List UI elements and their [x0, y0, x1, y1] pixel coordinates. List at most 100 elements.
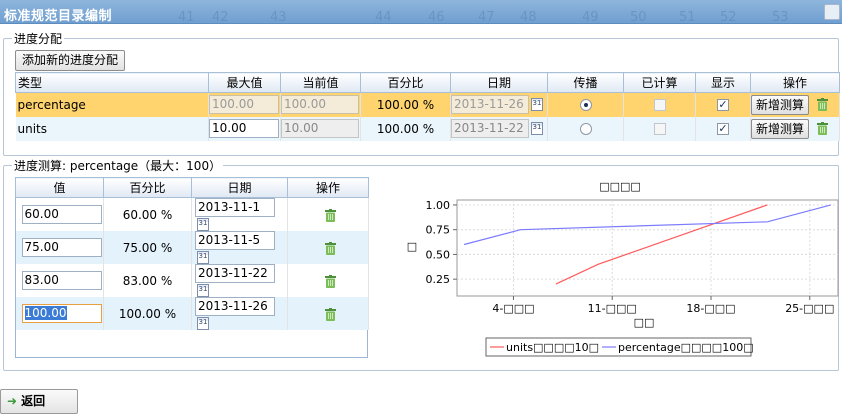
current-value-field: 10.00	[281, 119, 359, 138]
y-tick-label: 0.75	[426, 224, 451, 237]
percent-cell: 60.00 %	[103, 197, 192, 231]
back-arrow-icon: ➜	[7, 394, 18, 408]
x-axis-label: □□	[634, 316, 655, 329]
measurement-legend: 进度测算: percentage（最大：100）	[14, 159, 222, 173]
ghost-number: 47	[478, 10, 495, 24]
y-tick-label: 0.25	[426, 273, 451, 286]
trash-icon[interactable]	[324, 307, 336, 321]
column-header-percent[interactable]: 百分比	[103, 177, 192, 198]
x-tick-label: 11-□□□	[588, 302, 637, 315]
allocation-row-units[interactable]: units 10.00 10.00 100.00 % 2013-11-22 31 …	[15, 116, 840, 141]
date-input[interactable]: 2013-11-26	[195, 297, 275, 316]
calendar-icon[interactable]: 31	[531, 122, 543, 135]
trash-icon[interactable]	[324, 274, 336, 288]
add-allocation-button[interactable]: 添加新的进度分配	[15, 50, 126, 71]
value-input[interactable]: 83.00	[21, 271, 102, 290]
allocation-table: 类型 最大值 当前值 百分比 日期 传播 已计算 显示 操作 percentag…	[15, 72, 840, 141]
column-header-propagate[interactable]: 传播	[547, 72, 624, 93]
ghost-number: 53	[772, 10, 789, 24]
column-header-date[interactable]: 日期	[191, 177, 288, 198]
back-label: 返回	[21, 394, 46, 408]
current-value-field: 100.00	[281, 95, 359, 115]
ghost-number: 43	[270, 10, 287, 24]
selected-value-text: 100.00	[24, 306, 67, 320]
x-tick-label: 25-□□□	[785, 302, 834, 315]
x-tick-label: 18-□□□	[686, 302, 735, 315]
y-tick-label: 0.50	[426, 248, 451, 261]
type-cell: percentage	[15, 92, 209, 117]
window-titlebar: 41 42 43 44 46 47 48 49 50 51 52 53 标准规范…	[0, 0, 842, 24]
back-button[interactable]: ➜ 返回	[0, 389, 78, 414]
window-title: 标准规范目录编制	[4, 9, 113, 24]
date-field: 2013-11-22	[451, 119, 529, 138]
measurement-row[interactable]: 75.00 75.00 % 2013-11-531	[15, 231, 369, 264]
ghost-number: 51	[679, 10, 696, 24]
max-value-input[interactable]: 10.00	[209, 119, 279, 138]
chart-legend: units□□□□10□ percentage□□□□100□	[485, 337, 754, 357]
ghost-number: 44	[375, 10, 392, 24]
measurement-table: 值 百分比 日期 操作 60.00 60.00 % 2013-11-131 75…	[15, 177, 369, 330]
value-input[interactable]: 60.00	[21, 205, 102, 224]
trash-icon[interactable]	[324, 241, 336, 255]
add-measurement-button[interactable]: 新增测算	[751, 94, 810, 115]
allocation-header-row: 类型 最大值 当前值 百分比 日期 传播 已计算 显示 操作	[15, 72, 840, 93]
column-header-max[interactable]: 最大值	[208, 72, 281, 93]
ghost-number: 52	[720, 10, 737, 24]
ghost-number: 41	[178, 10, 195, 24]
column-header-action[interactable]: 操作	[287, 177, 369, 198]
calendar-icon[interactable]: 31	[531, 98, 543, 112]
percent-cell: 100.00 %	[103, 297, 192, 330]
calendar-icon[interactable]: 31	[197, 284, 209, 297]
measurement-row[interactable]: 83.00 83.00 % 2013-11-2231	[15, 264, 369, 297]
allocation-row-percentage[interactable]: percentage 100.00 100.00 100.00 % 2013-1…	[15, 92, 840, 117]
show-checkbox[interactable]: ✓	[717, 123, 729, 135]
date-input[interactable]: 2013-11-22	[195, 264, 275, 283]
y-tick-label: 1.00	[426, 199, 451, 212]
column-header-calculated[interactable]: 已计算	[623, 72, 696, 93]
percent-cell: 75.00 %	[103, 231, 192, 264]
column-header-action[interactable]: 操作	[750, 72, 840, 93]
column-header-type[interactable]: 类型	[15, 72, 209, 93]
calculated-checkbox	[653, 123, 666, 135]
calendar-icon[interactable]: 31	[197, 251, 209, 264]
measurement-row[interactable]: 60.00 60.00 % 2013-11-131	[15, 197, 369, 231]
trash-icon[interactable]	[324, 208, 336, 222]
value-input[interactable]: 100.00	[21, 304, 102, 323]
column-header-percent[interactable]: 百分比	[360, 72, 451, 93]
percent-cell: 100.00 %	[360, 116, 451, 141]
calendar-icon[interactable]: 31	[197, 218, 209, 231]
column-header-current[interactable]: 当前值	[280, 72, 361, 93]
show-checkbox[interactable]: ✓	[717, 99, 729, 112]
ghost-number: 48	[520, 10, 537, 24]
type-cell: units	[15, 116, 209, 141]
x-tick-label: 4-□□□	[492, 302, 534, 315]
date-input[interactable]: 2013-11-1	[195, 198, 275, 217]
column-header-value[interactable]: 值	[15, 177, 104, 198]
measurement-row[interactable]: 100.00 100.00 % 2013-11-2631	[15, 297, 369, 330]
legend-units-label: units□□□□10□	[506, 341, 599, 354]
allocation-legend: 进度分配	[14, 32, 63, 46]
column-header-date[interactable]: 日期	[450, 72, 548, 93]
progress-chart: □□□□ □ □□ 0.25 0.50 0.75 1.00 4-□□□ 11-□□□ 18-…	[407, 180, 839, 357]
propagate-radio[interactable]	[579, 99, 592, 112]
measurement-header-row: 值 百分比 日期 操作	[15, 177, 369, 198]
max-value-field: 100.00	[209, 95, 279, 115]
date-field: 2013-11-26	[451, 95, 529, 115]
window-close-button[interactable]	[824, 4, 840, 20]
ghost-number: 46	[428, 10, 445, 24]
trash-icon[interactable]	[816, 122, 828, 135]
add-measurement-button[interactable]: 新增测算	[751, 118, 810, 139]
column-header-show[interactable]: 显示	[695, 72, 751, 93]
legend-percentage-label: percentage□□□□100□	[618, 341, 754, 354]
ghost-number: 50	[630, 10, 647, 24]
value-input[interactable]: 75.00	[21, 238, 102, 257]
propagate-radio[interactable]	[579, 123, 592, 135]
chart-title: □□□□	[599, 180, 641, 193]
calendar-icon[interactable]: 31	[197, 317, 209, 330]
ghost-number: 42	[212, 10, 229, 24]
y-axis-label: □	[407, 240, 417, 253]
date-input[interactable]: 2013-11-5	[195, 231, 275, 250]
percent-cell: 83.00 %	[103, 264, 192, 297]
titlebar-background-numbers: 41 42 43 44 46 47 48 49 50 51 52 53	[0, 4, 842, 24]
trash-icon[interactable]	[816, 98, 828, 112]
